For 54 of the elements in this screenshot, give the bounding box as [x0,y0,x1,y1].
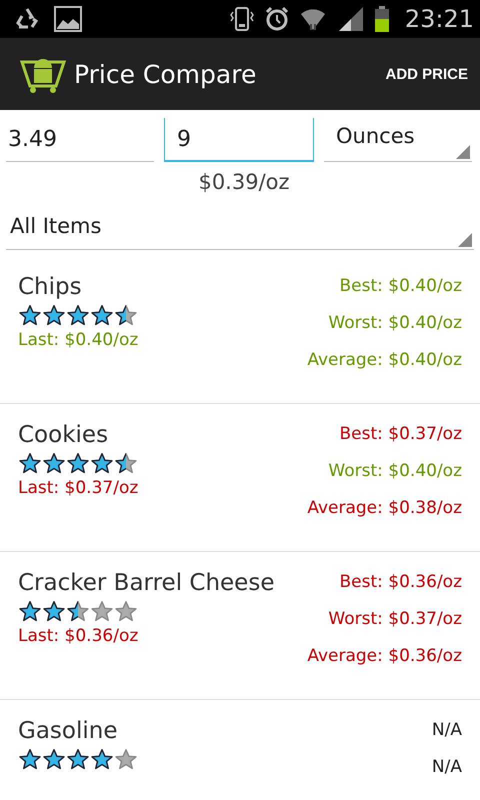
star-icon [18,600,42,622]
item-name: Gasoline [18,718,118,744]
item-name: Cracker Barrel Cheese [18,570,274,596]
add-price-button[interactable]: ADD PRICE [385,58,468,90]
star-icon [42,452,66,474]
signal-icon [336,6,365,32]
price-stat: Average: $0.38/oz [307,498,462,518]
list-item[interactable]: Chips Last: $0.40/oz Best: $0.40/oz Worst: $0.40/oz Average: $0.40/oz [0,256,480,404]
star-icon [42,748,66,770]
star-icon [66,600,90,622]
list-item[interactable]: Gasoline N/A N/A [0,700,480,800]
star-icon [18,748,42,770]
price-stat: Worst: $0.40/oz [328,461,462,481]
star-icon [66,452,90,474]
star-icon [114,304,138,326]
unit-price: $0.39/oz [197,169,291,196]
price-stat: N/A [432,720,462,740]
price-stat: Worst: $0.37/oz [328,609,462,629]
category-dropdown[interactable]: All Items [6,206,474,250]
star-icon [66,304,90,326]
star-icon [90,600,114,622]
unit-dropdown[interactable]: Ounces [324,118,472,162]
star-icon [42,304,66,326]
vibrate-icon [228,6,255,32]
star-icon [66,748,90,770]
star-icon [90,304,114,326]
star-icon [42,600,66,622]
price-stat: N/A [432,757,462,777]
battery-icon [374,6,389,32]
price-stat: Best: $0.37/oz [340,424,462,444]
last-price: Last: $0.40/oz [18,330,138,350]
price-stat: Average: $0.36/oz [307,646,462,666]
price-stat: Average: $0.40/oz [307,350,462,370]
quantity-field[interactable]: 9 [164,118,314,162]
star-icon [114,748,138,770]
price-stat: Best: $0.36/oz [340,572,462,592]
app-title: Price Compare [74,60,258,88]
list-item[interactable]: Cracker Barrel Cheese Last: $0.36/oz Best: $0.36/oz Worst: $0.37/oz Average: $0.36/oz [0,552,480,700]
star-icon [114,600,138,622]
alarm-icon [264,6,289,32]
item-name: Cookies [18,422,110,448]
price-stat: Best: $0.40/oz [340,276,462,296]
star-icon [90,452,114,474]
last-price: Last: $0.36/oz [18,626,140,646]
last-price: Last: $0.37/oz [18,478,138,498]
item-name: Chips [18,274,83,300]
star-icon [18,452,42,474]
image-icon [54,6,82,32]
price-stat: Worst: $0.40/oz [328,313,462,333]
star-icon [114,452,138,474]
star-icon [18,304,42,326]
clock-time: 23:21 [404,5,474,33]
star-icon [90,748,114,770]
list-item[interactable]: Cookies Last: $0.37/oz Best: $0.37/oz Worst: $0.40/oz Average: $0.38/oz [0,404,480,552]
